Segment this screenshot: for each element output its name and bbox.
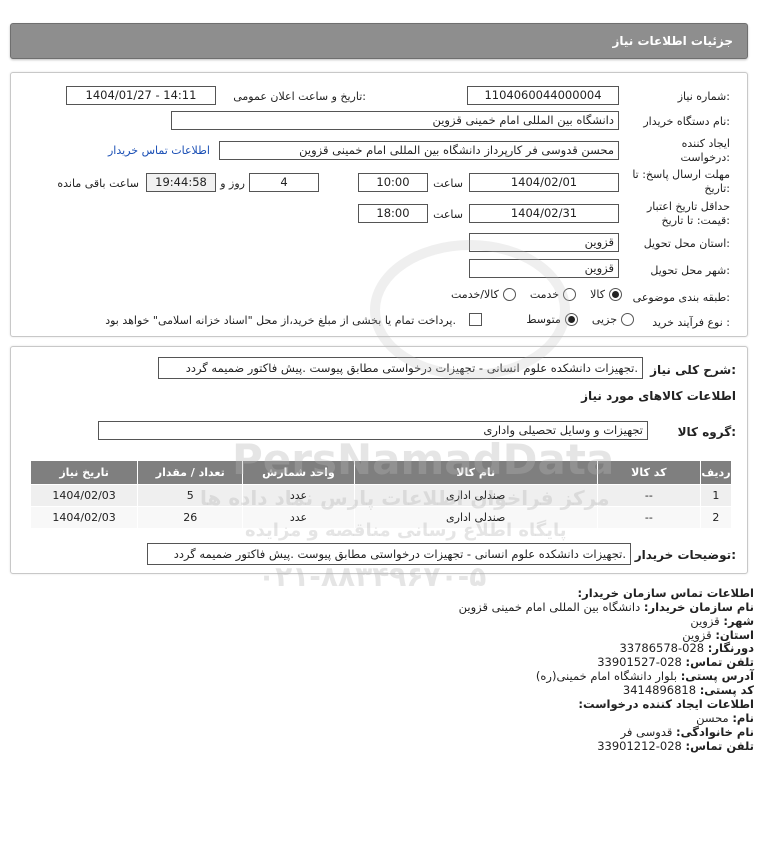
creator-name-label: نام: (732, 711, 754, 725)
buyer-contact-link[interactable]: اطلاعات تماس خریدار (108, 144, 210, 157)
cell-date: 1404/02/03 (29, 484, 139, 507)
cell-code: -- (596, 506, 701, 529)
contact-phone: تلفن تماس: 028-33901527 (597, 655, 754, 669)
contact-address-label: آدرس پستی: (680, 669, 754, 683)
creator-title: اطلاعات ایجاد کننده درخواست: (578, 697, 754, 711)
contact-org-label: نام سازمان خریدار: (643, 600, 754, 614)
contact-province-value: قزوین (682, 628, 712, 642)
remaining-label: ساعت باقی مانده (57, 177, 139, 190)
contact-org: نام سازمان خریدار: دانشگاه بین المللی ام… (459, 600, 754, 614)
contact-org-value: دانشگاه بین المللی امام خمینی قزوین (458, 600, 641, 614)
announce-field[interactable]: 1404/01/27 - 14:11 (66, 86, 216, 105)
radio-icon[interactable] (621, 313, 634, 326)
city-label: شهر محل تحویل: (650, 264, 730, 277)
contact-fax-label: دورنگار: (707, 641, 754, 655)
category-label: طبقه بندی موضوعی: (632, 291, 730, 304)
buyer-notes-label: توضیحات خریدار: (634, 548, 736, 562)
need-number-label: شماره نیاز: (677, 90, 730, 103)
category-option-goods[interactable]: کالا (590, 288, 622, 301)
creator-family: نام خانوادگی: قدوسی فر (621, 725, 754, 739)
watermark-brand: PersNamadData (232, 435, 615, 484)
days-label: روز و (220, 177, 245, 190)
deadline-label: مهلت ارسال پاسخ: تا تاریخ: (632, 168, 730, 195)
contact-phone-label: تلفن تماس: (685, 655, 754, 669)
contact-city-value: قزوین (690, 614, 720, 628)
buyer-org-label: نام دستگاه خریدار: (643, 115, 730, 128)
buyer-org-field[interactable]: دانشگاه بین المللی امام خمینی قزوین (171, 111, 619, 130)
contact-province-label: استان: (715, 628, 754, 642)
days-field[interactable]: 4 (249, 173, 319, 192)
contact-postal-value: 3414896818 (622, 683, 697, 697)
goods-info-title: اطلاعات کالاهای مورد نیاز (581, 389, 736, 403)
process-option-minor[interactable]: جزیی (592, 313, 634, 326)
contact-title: اطلاعات تماس سازمان خریدار: (577, 586, 754, 600)
cell-row: 2 (699, 506, 733, 529)
validity-time-label: ساعت (433, 208, 463, 221)
page-header: جزئیات اطلاعات نیاز (10, 23, 748, 59)
creator-phone-value: 028-33901212 (597, 739, 682, 753)
validity-date-field[interactable]: 1404/02/31 (469, 204, 619, 223)
requester-label: ایجاد کننده درخواست: (680, 137, 731, 164)
creator-family-value: قدوسی فر (620, 725, 673, 739)
deadline-time-field[interactable]: 10:00 (358, 173, 428, 192)
requester-field[interactable]: محسن قدوسی فر کارپرداز دانشگاه بین الملل… (219, 141, 619, 160)
radio-icon[interactable] (609, 288, 622, 301)
contact-city-label: شهر: (723, 614, 754, 628)
creator-family-label: نام خانوادگی: (676, 725, 754, 739)
contact-province: استان: قزوین (682, 628, 754, 642)
contact-city: شهر: قزوین (690, 614, 754, 628)
contact-postal: کد پستی: 3414896818 (623, 683, 754, 697)
need-number-field[interactable]: 1104060044000004 (467, 86, 619, 105)
contact-postal-label: کد پستی: (699, 683, 754, 697)
contact-address: آدرس پستی: بلوار دانشگاه امام خمینی(ره) (536, 669, 754, 683)
watermark-line3: پایگاه اطلاع رسانی مناقصه و مزایده (245, 520, 567, 541)
cell-date: 1404/02/03 (29, 506, 139, 529)
watermark-logo (370, 240, 570, 380)
deadline-time-label: ساعت (433, 177, 463, 190)
contact-address-value: بلوار دانشگاه امام خمینی(ره) (535, 669, 678, 683)
validity-time-field[interactable]: 18:00 (358, 204, 428, 223)
watermark-line2: مرکز فراخوان اطلاعات پارس نماد داده ها (200, 486, 610, 510)
process-label: نوع فرآیند خرید : (652, 316, 730, 329)
creator-name-value: محسن (696, 711, 729, 725)
contact-fax-value: 028-33786578 (619, 641, 705, 655)
contact-phone-value: 028-33901527 (597, 655, 682, 669)
col-header-row: ردیف (699, 460, 733, 485)
contact-fax: دورنگار: 028-33786578 (619, 641, 754, 655)
creator-phone-label: تلفن تماس: (685, 739, 754, 753)
summary-label: شرح کلی نیاز: (650, 363, 736, 377)
creator-phone: تلفن تماس: 028-33901212 (597, 739, 754, 753)
cell-row: 1 (699, 484, 733, 507)
validity-label: حداقل تاریخ اعتبار قیمت: تا تاریخ: (646, 200, 730, 227)
deadline-date-field[interactable]: 1404/02/01 (469, 173, 619, 192)
watermark-phone: ۰۲۱-۸۸۳۴۹۶۷۰-۵ (258, 560, 487, 593)
cell-code: -- (596, 484, 701, 507)
goods-group-label: گروه کالا: (677, 425, 736, 439)
page-title: جزئیات اطلاعات نیاز (612, 34, 733, 48)
province-label: استان محل تحویل: (643, 237, 730, 250)
col-header-date: تاریخ نیاز (29, 460, 139, 485)
remaining-time-field: 19:44:58 (146, 173, 216, 192)
col-header-qty: تعداد / مقدار (137, 460, 244, 485)
announce-label: تاریخ و ساعت اعلان عمومی: (233, 90, 366, 103)
creator-name: نام: محسن (696, 711, 754, 725)
